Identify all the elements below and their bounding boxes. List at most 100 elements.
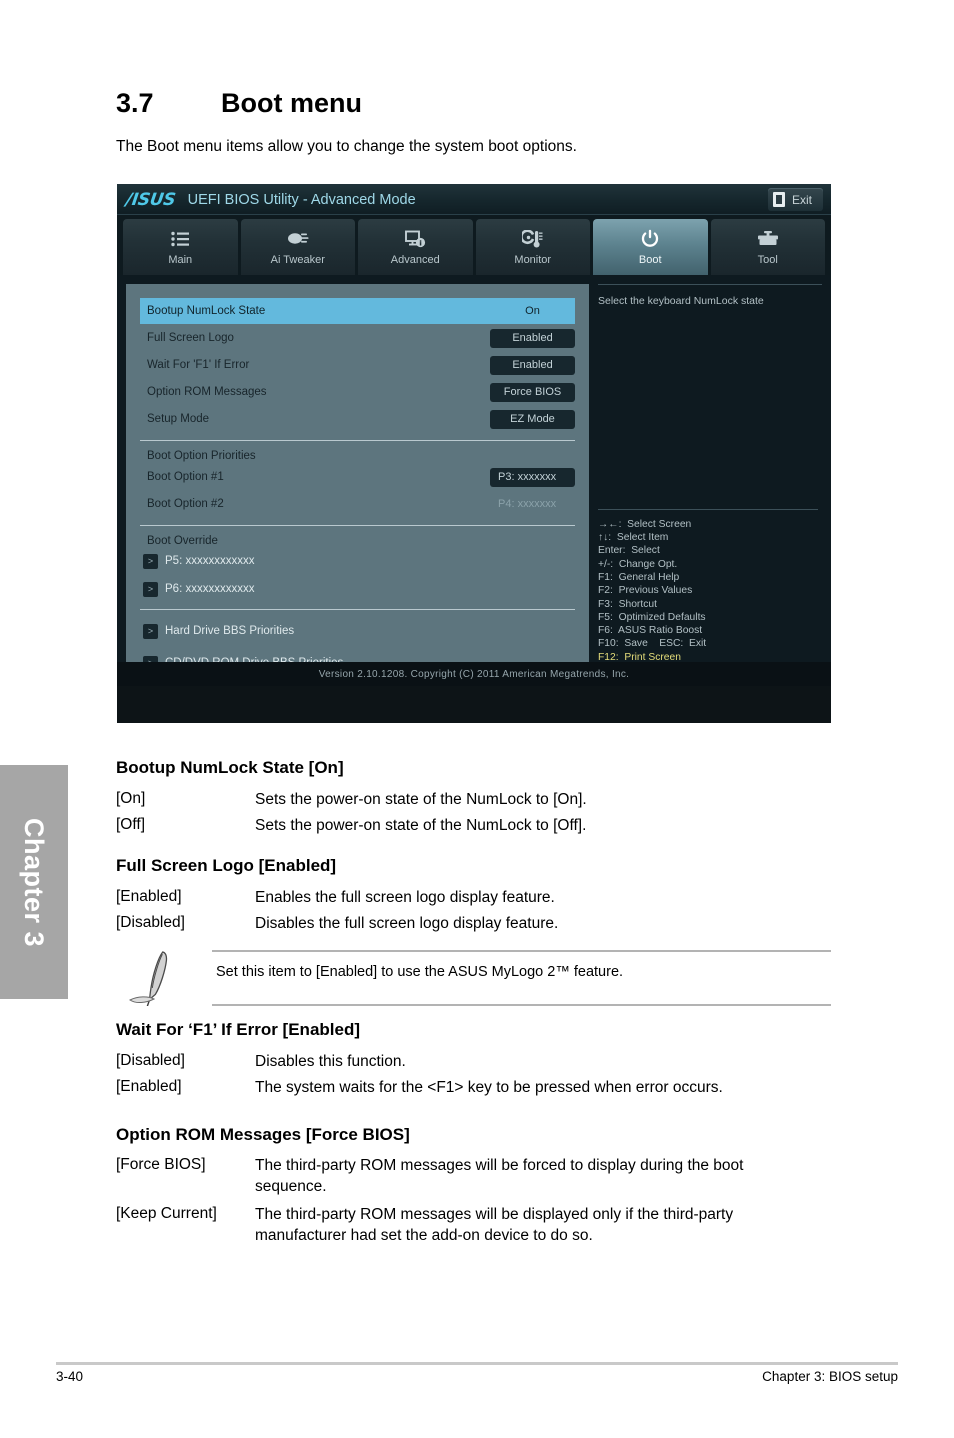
- section-heading-wait-for-f1: Wait For ‘F1’ If Error [Enabled]: [116, 1020, 361, 1039]
- setting-label: Boot Option #2: [147, 498, 224, 510]
- thermometer-icon: [522, 229, 543, 249]
- boot-override-item-label: P5: xxxxxxxxxxxx: [165, 555, 255, 567]
- tab-boot-label: Boot: [638, 253, 662, 266]
- key-hint: →←: Select Screen: [598, 518, 692, 530]
- setting-row-bootup-numlock[interactable]: Bootup NumLock State On: [140, 298, 575, 324]
- section-title: Boot menu: [221, 88, 362, 118]
- tab-advanced[interactable]: Advanced: [358, 219, 473, 275]
- divider: [598, 508, 818, 510]
- boot-override-item-p6[interactable]: > P6: xxxxxxxxxxxx: [140, 577, 575, 601]
- settings-pane: Bootup NumLock State On Full Screen Logo…: [126, 284, 589, 686]
- bios-version-text: Version 2.10.1208. Copyright (C) 2011 Am…: [318, 668, 630, 680]
- setting-label: Boot Option #1: [147, 471, 224, 483]
- tab-boot[interactable]: Boot: [593, 219, 708, 275]
- setting-row-boot-option-2[interactable]: Boot Option #2 P4: xxxxxxx: [140, 491, 575, 517]
- footer-divider: [56, 1362, 898, 1365]
- boot-override-title: Boot Override: [147, 535, 218, 547]
- setting-row-boot-option-1[interactable]: Boot Option #1 P3: xxxxxxx: [140, 464, 575, 490]
- def-desc: Enables the full screen logo display fea…: [255, 889, 555, 906]
- asus-logo-icon: / I S U S: [124, 189, 177, 210]
- chevron-right-icon: >: [143, 623, 158, 639]
- key-hint: ↑↓: Select Item: [598, 532, 669, 544]
- def-desc: The system waits for the <F1> key to be …: [255, 1078, 723, 1096]
- tab-main[interactable]: Main: [123, 219, 238, 275]
- help-pane: Select the keyboard NumLock state →←: Se…: [598, 284, 822, 686]
- door-exit-icon: [772, 192, 785, 207]
- def-term: [Enabled]: [116, 888, 182, 905]
- def-term: [On]: [116, 790, 146, 807]
- def-row: [Force BIOS] The third-party ROM message…: [116, 1156, 815, 1197]
- list-icon: [171, 229, 190, 249]
- pencil-note-icon: [124, 950, 194, 1010]
- help-key-legend: →←: Select Screen ↑↓: Select Item Enter:…: [598, 508, 818, 664]
- bios-tab-bar: Main Ai Tweaker Advanced Monitor Boot To…: [117, 215, 831, 275]
- deflist-bootup-numlock: [On] Sets the power-on state of the NumL…: [116, 790, 815, 841]
- page-title: 3.7 Boot menu: [116, 88, 362, 119]
- section-heading-full-screen-logo: Full Screen Logo [Enabled]: [116, 856, 337, 875]
- help-description: Select the keyboard NumLock state: [598, 295, 764, 307]
- bios-content-area: Bootup NumLock State On Full Screen Logo…: [117, 275, 831, 686]
- def-term: [Disabled]: [116, 1052, 185, 1069]
- setting-value[interactable]: On: [490, 301, 575, 321]
- intro-paragraph: The Boot menu items allow you to change …: [116, 138, 577, 155]
- setting-value[interactable]: Force BIOS: [490, 382, 575, 402]
- chevron-right-icon: >: [143, 581, 158, 597]
- def-desc: The third-party ROM messages will be dis…: [255, 1206, 734, 1244]
- link-hard-drive-bbs-priorities[interactable]: > Hard Drive BBS Priorities: [140, 619, 575, 643]
- setting-row-wait-for-f1[interactable]: Wait For 'F1' If Error Enabled: [140, 352, 575, 378]
- def-term: [Force BIOS]: [116, 1156, 206, 1173]
- def-row: [Disabled] Disables this function.: [116, 1052, 815, 1073]
- section-heading-option-rom-messages: Option ROM Messages [Force BIOS]: [116, 1125, 410, 1144]
- key-hint: F6: ASUS Ratio Boost: [598, 625, 703, 637]
- tweaker-icon: [287, 229, 309, 249]
- section-number: 3.7: [116, 88, 154, 118]
- deflist-wait-for-f1: [Disabled] Disables this function. [Enab…: [116, 1052, 815, 1103]
- bios-utility-title: UEFI BIOS Utility - Advanced Mode: [187, 191, 416, 208]
- def-row: [Off] Sets the power-on state of the Num…: [116, 816, 815, 837]
- tab-monitor[interactable]: Monitor: [475, 219, 590, 275]
- bios-version-footer: Version 2.10.1208. Copyright (C) 2011 Am…: [117, 662, 831, 686]
- setting-label: Option ROM Messages: [147, 386, 267, 398]
- setting-value[interactable]: P3: xxxxxxx: [490, 467, 575, 487]
- tab-main-label: Main: [168, 253, 193, 266]
- setting-row-full-screen-logo[interactable]: Full Screen Logo Enabled: [140, 325, 575, 351]
- tab-advanced-label: Advanced: [390, 253, 440, 266]
- divider: [140, 525, 575, 526]
- toolbox-icon: [757, 229, 779, 249]
- setting-label: Bootup NumLock State: [147, 305, 266, 317]
- deflist-full-screen-logo: [Enabled] Enables the full screen logo d…: [116, 888, 815, 939]
- def-desc: Disables the full screen logo display fe…: [255, 914, 559, 932]
- def-term: [Disabled]: [116, 913, 185, 931]
- divider: [598, 284, 822, 285]
- tab-ai-tweaker[interactable]: Ai Tweaker: [240, 219, 355, 275]
- setting-value[interactable]: EZ Mode: [490, 409, 575, 429]
- footer-chapter-label: Chapter 3: BIOS setup: [762, 1369, 898, 1384]
- def-desc: Sets the power-on state of the NumLock t…: [255, 791, 587, 808]
- boot-override-item-label: P6: xxxxxxxxxxxx: [165, 583, 255, 595]
- divider: [140, 440, 575, 441]
- def-row: [Disabled] Disables the full screen logo…: [116, 914, 815, 935]
- key-hint: F3: Shortcut: [598, 598, 657, 610]
- section-heading-bootup-numlock: Bootup NumLock State [On]: [116, 758, 344, 777]
- note-text: Set this item to [Enabled] to use the AS…: [216, 964, 624, 980]
- setting-row-setup-mode[interactable]: Setup Mode EZ Mode: [140, 406, 575, 432]
- setting-label: Wait For 'F1' If Error: [147, 359, 250, 371]
- setting-row-option-rom-messages[interactable]: Option ROM Messages Force BIOS: [140, 379, 575, 405]
- def-desc: The third-party ROM messages will be for…: [255, 1157, 744, 1195]
- boot-override-item-p5[interactable]: > P5: xxxxxxxxxxxx: [140, 549, 575, 573]
- setting-value[interactable]: Enabled: [490, 328, 575, 348]
- exit-button[interactable]: Exit: [767, 188, 823, 211]
- def-term: [Keep Current]: [116, 1205, 217, 1223]
- page-number: 3-40: [56, 1369, 84, 1384]
- key-hint: F1: General Help: [598, 572, 680, 584]
- divider: [212, 1004, 831, 1006]
- link-label: Hard Drive BBS Priorities: [165, 625, 295, 637]
- setting-value[interactable]: Enabled: [490, 355, 575, 375]
- def-row: [Enabled] Enables the full screen logo d…: [116, 888, 815, 909]
- note-box: Set this item to [Enabled] to use the AS…: [116, 948, 831, 1010]
- tab-tool[interactable]: Tool: [710, 219, 825, 275]
- key-hint: F5: Optimized Defaults: [598, 611, 706, 623]
- setting-value[interactable]: P4: xxxxxxx: [490, 495, 575, 514]
- divider: [212, 950, 831, 952]
- def-row: [Keep Current] The third-party ROM messa…: [116, 1205, 815, 1246]
